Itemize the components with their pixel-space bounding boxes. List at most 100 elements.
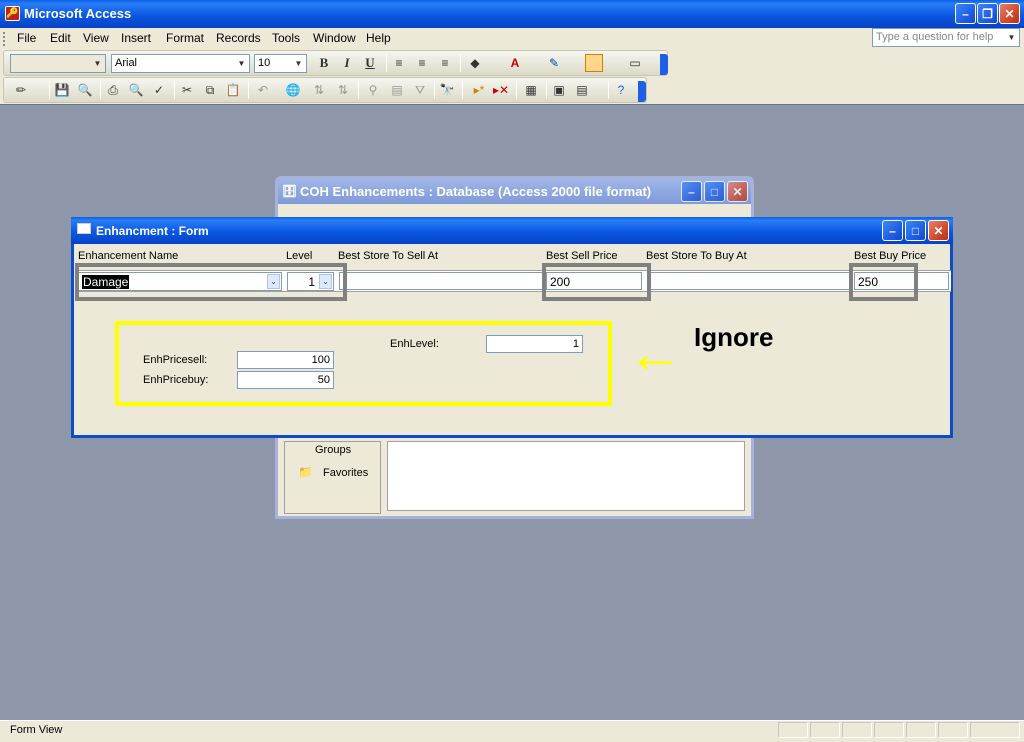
menu-window[interactable]: Window [313, 31, 356, 45]
menu-format[interactable]: Format [166, 31, 204, 45]
status-panel [810, 722, 840, 738]
chevron-down-icon[interactable]: ▼ [1005, 30, 1018, 45]
database-icon[interactable]: 🗄 [282, 184, 297, 198]
toolbar-overflow-icon[interactable] [660, 54, 668, 75]
font-color-icon[interactable]: A [506, 54, 524, 72]
chevron-down-icon[interactable]: ▼ [91, 56, 104, 71]
access-app-icon[interactable]: 🔑 [5, 6, 20, 21]
align-right-icon[interactable]: ≡ [436, 54, 454, 72]
underline-icon[interactable]: U [361, 54, 379, 72]
search-icon[interactable]: 🔍 [76, 81, 94, 99]
toolbar-separator [358, 81, 359, 99]
database-window-icon[interactable]: ▣ [550, 81, 568, 99]
menu-records[interactable]: Records [216, 31, 261, 45]
menu-tools[interactable]: Tools [272, 31, 300, 45]
delete-record-icon[interactable]: ▸✕ [492, 81, 510, 99]
highlight-box-buy-price [849, 263, 918, 301]
annotation-text: Ignore [694, 322, 774, 352]
align-center-icon[interactable]: ≡ [413, 54, 431, 72]
view-icon[interactable]: ✏ [12, 81, 30, 99]
filter-by-form-icon[interactable]: ▤ [388, 81, 406, 99]
form-title: Enhancment : Form [96, 224, 209, 238]
help-question-input[interactable]: Type a question for help ▼ [872, 28, 1020, 47]
line-width-icon[interactable]: ▭ [626, 54, 644, 72]
highlight-box-name-level [75, 263, 347, 301]
help-question-placeholder: Type a question for help [876, 31, 994, 43]
font-size-value: 10 [258, 57, 271, 69]
object-combo[interactable]: ▼ [10, 54, 106, 73]
print-icon[interactable]: ⎙ [104, 81, 122, 99]
print-preview-icon[interactable]: 🔍 [127, 81, 145, 99]
bold-icon[interactable]: B [315, 54, 333, 72]
find-icon[interactable]: 🔭 [438, 81, 456, 99]
app-title: Microsoft Access [24, 6, 132, 21]
menu-insert[interactable]: Insert [121, 31, 151, 45]
status-bar: Form View [0, 720, 1024, 742]
db-close-button[interactable]: ✕ [727, 181, 748, 202]
db-minimize-button[interactable]: – [681, 181, 702, 202]
menu-help[interactable]: Help [366, 31, 391, 45]
menu-grip [3, 32, 6, 46]
new-object-icon[interactable]: ▤ [573, 81, 591, 99]
form-maximize-button[interactable]: □ [905, 220, 926, 241]
form-icon[interactable] [77, 223, 91, 234]
italic-icon[interactable]: I [338, 54, 356, 72]
status-panel [970, 722, 1020, 738]
cut-icon[interactable]: ✂ [178, 81, 196, 99]
filter-by-selection-icon[interactable]: ⚲ [364, 81, 382, 99]
database-window-title: COH Enhancements : Database (Access 2000… [300, 184, 652, 199]
align-left-icon[interactable]: ≡ [390, 54, 408, 72]
header-level: Level [286, 250, 313, 262]
special-effect-icon[interactable] [585, 54, 603, 72]
header-enhancement-name: Enhancement Name [78, 250, 179, 262]
new-record-icon[interactable]: ▸* [470, 81, 488, 99]
line-color-icon[interactable]: ✎ [545, 54, 563, 72]
help-icon[interactable]: ? [612, 81, 630, 99]
font-size-combo[interactable]: 10 ▼ [254, 54, 307, 73]
font-name-combo[interactable]: Arial ▼ [111, 54, 250, 73]
copy-icon[interactable]: ⧉ [201, 81, 219, 99]
status-panel [778, 722, 808, 738]
db-maximize-button[interactable]: □ [704, 181, 725, 202]
folder-icon[interactable]: 📁 [298, 465, 313, 479]
menu-edit[interactable]: Edit [50, 31, 71, 45]
menu-bar: File Edit View Insert Format Records Too… [0, 28, 1024, 50]
form-minimize-button[interactable]: – [882, 220, 903, 241]
menu-file[interactable]: File [17, 31, 36, 45]
apply-filter-icon[interactable]: ⛛ [411, 81, 429, 99]
toolbar-overflow-icon[interactable] [638, 81, 646, 102]
header-best-buy-price: Best Buy Price [854, 250, 927, 262]
menu-view[interactable]: View [83, 31, 109, 45]
spelling-icon[interactable]: ✓ [150, 81, 168, 99]
hyperlink-icon[interactable]: 🌐 [284, 81, 302, 99]
best-store-to-sell-field[interactable] [339, 272, 543, 290]
chevron-down-icon[interactable]: ▼ [292, 56, 305, 71]
app-close-button[interactable]: ✕ [999, 3, 1020, 24]
status-panel [938, 722, 968, 738]
highlight-box-sell-price [542, 263, 651, 301]
fill-color-icon[interactable]: ◆ [466, 54, 484, 72]
formatting-toolbar: ▼ Arial ▼ 10 ▼ B I U ≡ ≡ ≡ ◆ A ✎ ▭ [3, 50, 668, 76]
undo-icon[interactable]: ↶ [254, 81, 272, 99]
sort-descending-icon[interactable]: ⇅ [334, 81, 352, 99]
toolbar-separator [49, 81, 50, 99]
header-best-store-to-buy: Best Store To Buy At [646, 250, 747, 262]
best-store-to-buy-field[interactable] [647, 272, 851, 290]
toolbar-separator [460, 54, 461, 72]
groups-label[interactable]: Groups [315, 444, 351, 456]
sort-ascending-icon[interactable]: ⇅ [310, 81, 328, 99]
status-text: Form View [10, 724, 63, 736]
app-restore-button[interactable]: ❐ [977, 3, 998, 24]
paste-icon[interactable]: 📋 [224, 81, 242, 99]
annotation-arrow-icon: ← [627, 321, 683, 384]
status-panel [842, 722, 872, 738]
app-minimize-button[interactable]: – [955, 3, 976, 24]
objects-bar: Groups 📁 Favorites [284, 441, 381, 514]
save-icon[interactable]: 💾 [53, 81, 71, 99]
chevron-down-icon[interactable]: ▼ [235, 56, 248, 71]
favorites-label[interactable]: Favorites [323, 467, 368, 479]
properties-icon[interactable]: ▦ [522, 81, 540, 99]
form-window: Enhancment : Form – □ ✕ Enhancement Name… [71, 217, 953, 438]
form-close-button[interactable]: ✕ [928, 220, 949, 241]
header-best-sell-price: Best Sell Price [546, 250, 618, 262]
